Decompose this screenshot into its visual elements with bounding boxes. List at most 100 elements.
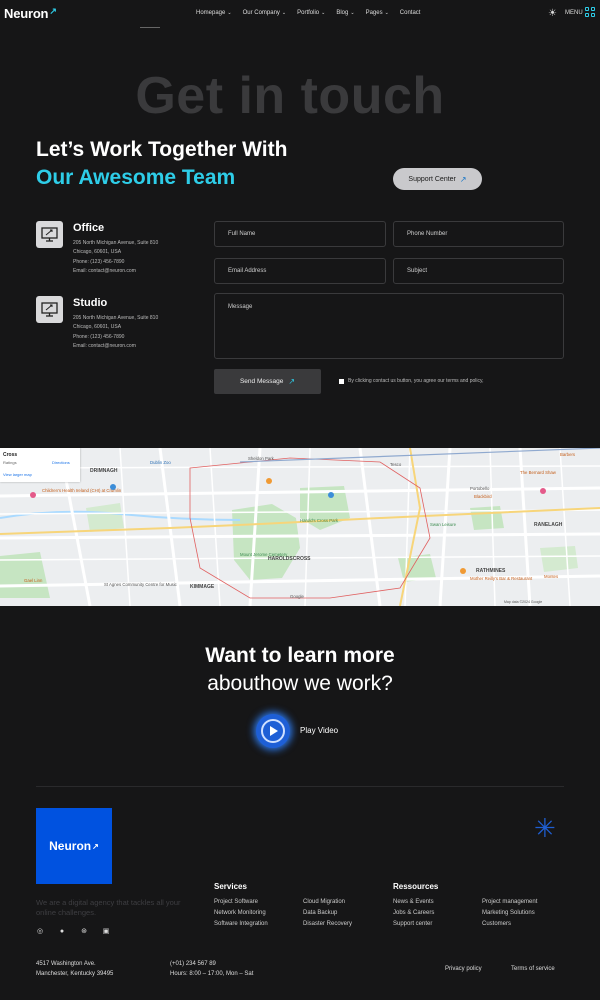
footer-link[interactable]: Software Integration: [214, 921, 268, 927]
theme-toggle-sun-icon[interactable]: ☀: [548, 8, 557, 19]
nav-our-company[interactable]: Our Company ⌄: [243, 10, 287, 16]
privacy-policy-link[interactable]: Privacy policy: [445, 966, 482, 972]
nav-blog[interactable]: Blog ⌄: [336, 10, 354, 16]
send-message-button[interactable]: Send Message ↗: [214, 369, 321, 394]
footer-link[interactable]: Data Backup: [303, 910, 337, 916]
footer-link[interactable]: News & Events: [393, 899, 434, 905]
footer-link[interactable]: Project Software: [214, 899, 258, 905]
nav-label: Blog: [336, 10, 349, 16]
map-label: KIMMAGE: [190, 584, 215, 590]
office-phone: Phone: (123) 456-7890: [73, 259, 125, 265]
page-big-title: Get in touch: [135, 67, 445, 125]
footer-link[interactable]: Disaster Recovery: [303, 921, 352, 927]
logo-text: Neuron: [4, 6, 49, 21]
resources-title: Ressources: [393, 882, 439, 891]
terms-agreement[interactable]: By clicking contact us button, you agree…: [339, 378, 484, 384]
office-info: Office 205 North Michigan Avenue, Suite …: [36, 221, 196, 281]
map-label: Harold's Cross Park: [300, 518, 339, 523]
terms-checkbox[interactable]: [339, 378, 344, 384]
map-label: Mother Reilly's Bar & Restaurant: [470, 576, 533, 581]
dribbble-icon[interactable]: ⊛: [80, 927, 88, 935]
chevron-down-icon: ⌄: [281, 10, 287, 16]
studio-phone: Phone: (123) 456-7890: [73, 334, 125, 340]
map-larger-link[interactable]: View larger map: [3, 472, 32, 477]
footer-link[interactable]: Project management: [482, 899, 537, 905]
map-label: Children's Health Ireland (CHI) at Cruml…: [42, 488, 122, 493]
location-map[interactable]: DRIMNAGH Children's Health Ireland (CHI)…: [0, 448, 600, 606]
footer-tagline: We are a digital agency that tackles all…: [36, 898, 181, 917]
nav-portfolio[interactable]: Portfolio ⌄: [297, 10, 325, 16]
studio-email[interactable]: Email: contact@neuron.com: [73, 343, 136, 349]
logo-arrow-icon: ↗: [92, 841, 99, 851]
menu-grid-icon[interactable]: [585, 7, 595, 17]
play-video-label[interactable]: Play Video: [300, 726, 338, 735]
heading-line1: Let’s Work Together With: [36, 138, 288, 161]
video-heading-line2: abouthow we work?: [207, 672, 393, 695]
support-center-label: Support Center: [408, 175, 456, 183]
menu-label[interactable]: MENU: [565, 10, 583, 16]
footer-phone[interactable]: (+01) 234 567 89: [170, 961, 216, 967]
map-pin-icon[interactable]: [30, 492, 36, 498]
footer-logo[interactable]: Neuron ↗: [36, 808, 112, 884]
email-field[interactable]: Email Address: [214, 258, 386, 284]
office-email[interactable]: Email: contact@neuron.com: [73, 268, 136, 274]
terms-of-service-link[interactable]: Terms of service: [511, 966, 555, 972]
map-label: Blackbird: [474, 494, 492, 499]
map-pin-icon[interactable]: [110, 484, 116, 490]
map-label: Barbers: [560, 452, 576, 457]
services-title: Services: [214, 882, 247, 891]
map-pin-icon[interactable]: [460, 568, 466, 574]
map-label: Montes: [544, 574, 559, 579]
footer-logo-text: Neuron: [49, 839, 92, 853]
chevron-down-icon: ⌄: [321, 10, 326, 16]
nav-pages[interactable]: Pages ⌄: [366, 10, 389, 16]
map-label: DRIMNAGH: [90, 468, 118, 474]
map-label: RATHMINES: [476, 568, 506, 574]
nav-homepage[interactable]: Homepage ⌄: [196, 10, 232, 16]
full-name-field[interactable]: Full Name: [214, 221, 386, 247]
play-video-button[interactable]: [256, 714, 290, 748]
map-label: Swan Leisure: [430, 522, 457, 527]
heading-line2: Our Awesome Team: [36, 166, 236, 189]
footer-link[interactable]: Support center: [393, 921, 432, 927]
linkedin-icon[interactable]: ▣: [102, 927, 110, 935]
arrow-up-right-icon: ↗: [288, 377, 296, 386]
map-label: The Bernard Shaw: [520, 470, 556, 475]
play-ring: [261, 719, 285, 743]
subject-field[interactable]: Subject: [393, 258, 564, 284]
map-card-rating: Ratings: [3, 460, 17, 465]
chevron-down-icon: ⌄: [384, 10, 389, 16]
footer-link[interactable]: Marketing Solutions: [482, 910, 535, 916]
main-nav: Homepage ⌄ Our Company ⌄ Portfolio ⌄ Blog ⌄ …: [196, 10, 420, 16]
facebook-icon[interactable]: ●: [58, 927, 66, 935]
nav-label: Homepage: [196, 10, 226, 16]
monitor-icon: [36, 221, 63, 248]
office-address1: 205 North Michigan Avenue, Suite 810: [73, 240, 159, 246]
footer-link[interactable]: Cloud Migration: [303, 899, 345, 905]
map-directions-link[interactable]: Directions: [52, 460, 70, 465]
map-label: Portobello: [470, 486, 490, 491]
map-label: Mount Jerome Cemetery: [240, 552, 288, 557]
footer-link[interactable]: Customers: [482, 921, 511, 927]
map-pin-icon[interactable]: [328, 492, 334, 498]
map-label: Dublin Zoo: [150, 460, 171, 465]
footer-link[interactable]: Network Monitoring: [214, 910, 266, 916]
map-pin-icon[interactable]: [540, 488, 546, 494]
footer-link[interactable]: Jobs & Careers: [393, 910, 434, 916]
support-center-button[interactable]: Support Center ↗: [393, 168, 482, 190]
site-header: Neuron↗ Homepage ⌄ Our Company ⌄ Portfolio…: [0, 0, 600, 28]
instagram-icon[interactable]: ◎: [36, 927, 44, 935]
footer-hours: Hours: 8:00 – 17:00, Mon – Sat: [170, 971, 254, 977]
message-textarea[interactable]: Message: [214, 293, 564, 359]
phone-number-field[interactable]: Phone Number: [393, 221, 564, 247]
footer-address2: Manchester, Kentucky 39495: [36, 971, 114, 977]
footer-address1: 4517 Washington Ave.: [36, 961, 96, 967]
map-label: Sheldon Park: [248, 456, 274, 461]
logo[interactable]: Neuron↗: [4, 6, 57, 21]
map-pin-icon[interactable]: [266, 478, 272, 484]
video-heading-line1: Want to learn more: [205, 644, 395, 667]
chevron-down-icon: ⌄: [227, 10, 232, 16]
nav-contact[interactable]: Contact: [400, 10, 421, 16]
chevron-down-icon: ⌄: [350, 10, 355, 16]
map-card-title: Cross: [3, 452, 18, 458]
